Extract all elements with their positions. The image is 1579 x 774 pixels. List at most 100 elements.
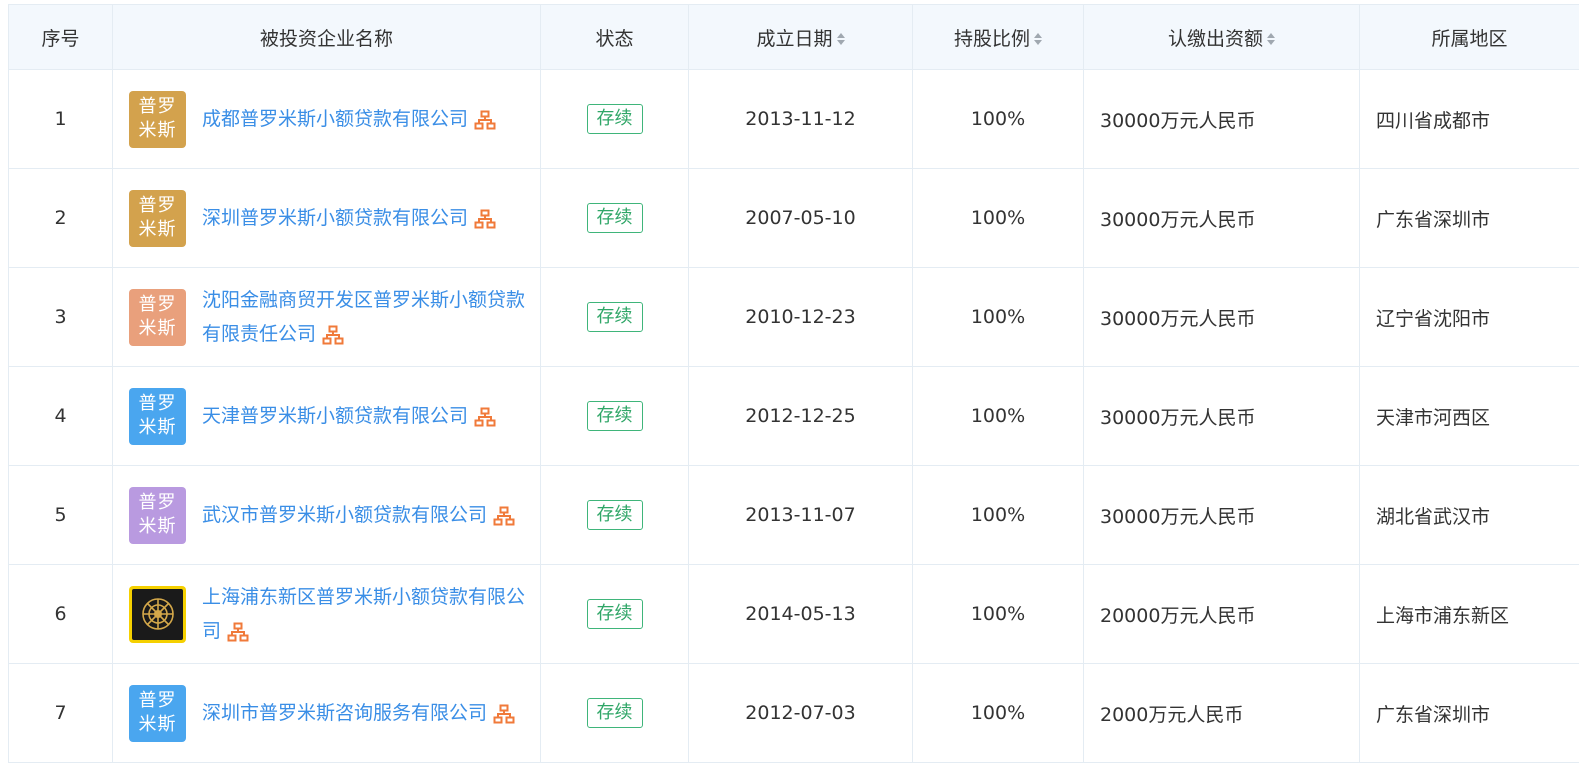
company-name-link[interactable]: 深圳普罗米斯小额贷款有限公司 bbox=[202, 207, 468, 229]
capital-cell: 30000万元人民币 bbox=[1084, 466, 1360, 565]
region-cell: 广东省深圳市 bbox=[1360, 169, 1579, 268]
table-row: 2 普罗 米斯 深圳普罗米斯小额贷款有限公司 bbox=[9, 169, 1579, 268]
logo-emblem-icon bbox=[132, 589, 183, 640]
date-cell: 2013-11-12 bbox=[689, 70, 913, 169]
status-cell: 存续 bbox=[541, 466, 689, 565]
ratio-cell: 100% bbox=[913, 367, 1084, 466]
table-row: 1 普罗 米斯 成都普罗米斯小额贷款有限公司 bbox=[9, 70, 1579, 169]
company-logo[interactable]: 普罗 米斯 bbox=[129, 190, 186, 247]
date-cell: 2013-11-07 bbox=[689, 466, 913, 565]
capital-cell: 2000万元人民币 bbox=[1084, 664, 1360, 763]
status-badge: 存续 bbox=[587, 500, 643, 530]
table-row: 7 普罗 米斯 深圳市普罗米斯咨询服务有限公司 bbox=[9, 664, 1579, 763]
ratio-cell: 100% bbox=[913, 169, 1084, 268]
region-cell: 四川省成都市 bbox=[1360, 70, 1579, 169]
capital-cell: 30000万元人民币 bbox=[1084, 169, 1360, 268]
row-index: 4 bbox=[9, 367, 113, 466]
status-cell: 存续 bbox=[541, 664, 689, 763]
company-cell: 上海浦东新区普罗米斯小额贷款有限公司 bbox=[113, 565, 541, 664]
status-badge: 存续 bbox=[587, 302, 643, 332]
header-ratio-label: 持股比例 bbox=[954, 28, 1030, 50]
header-status: 状态 bbox=[541, 5, 689, 70]
company-name-link[interactable]: 成都普罗米斯小额贷款有限公司 bbox=[202, 108, 468, 130]
row-index: 1 bbox=[9, 70, 113, 169]
header-date-label: 成立日期 bbox=[756, 28, 832, 50]
company-name-link[interactable]: 深圳市普罗米斯咨询服务有限公司 bbox=[202, 702, 487, 724]
company-name-link[interactable]: 上海浦东新区普罗米斯小额贷款有限公司 bbox=[202, 586, 525, 642]
region-cell: 上海市浦东新区 bbox=[1360, 565, 1579, 664]
company-cell: 普罗 米斯 武汉市普罗米斯小额贷款有限公司 bbox=[113, 466, 541, 565]
logo-text-line2: 米斯 bbox=[129, 317, 186, 341]
row-index: 7 bbox=[9, 664, 113, 763]
status-badge: 存续 bbox=[587, 203, 643, 233]
company-logo[interactable]: 普罗 米斯 bbox=[129, 487, 186, 544]
status-cell: 存续 bbox=[541, 367, 689, 466]
company-cell: 普罗 米斯 天津普罗米斯小额贷款有限公司 bbox=[113, 367, 541, 466]
header-index: 序号 bbox=[9, 5, 113, 70]
status-cell: 存续 bbox=[541, 70, 689, 169]
org-chart-icon[interactable] bbox=[227, 622, 249, 642]
investment-table: 序号 被投资企业名称 状态 成立日期 持股比例 认缴出资额 所属地区 1 普罗 … bbox=[8, 4, 1579, 763]
header-company: 被投资企业名称 bbox=[113, 5, 541, 70]
company-logo[interactable]: 普罗 米斯 bbox=[129, 289, 186, 346]
row-index: 2 bbox=[9, 169, 113, 268]
org-chart-icon[interactable] bbox=[474, 407, 496, 427]
date-cell: 2014-05-13 bbox=[689, 565, 913, 664]
logo-text-line2: 米斯 bbox=[129, 515, 186, 539]
logo-text-line1: 普罗 bbox=[129, 392, 186, 416]
region-cell: 辽宁省沈阳市 bbox=[1360, 268, 1579, 367]
company-logo[interactable]: 普罗 米斯 bbox=[129, 91, 186, 148]
header-date[interactable]: 成立日期 bbox=[689, 5, 913, 70]
org-chart-icon[interactable] bbox=[474, 110, 496, 130]
status-badge: 存续 bbox=[587, 599, 643, 629]
status-cell: 存续 bbox=[541, 565, 689, 664]
company-name-link[interactable]: 天津普罗米斯小额贷款有限公司 bbox=[202, 405, 468, 427]
logo-text-line1: 普罗 bbox=[129, 194, 186, 218]
company-cell: 普罗 米斯 沈阳金融商贸开发区普罗米斯小额贷款有限责任公司 bbox=[113, 268, 541, 367]
capital-cell: 20000万元人民币 bbox=[1084, 565, 1360, 664]
table-header-row: 序号 被投资企业名称 状态 成立日期 持股比例 认缴出资额 所属地区 bbox=[9, 5, 1579, 70]
sort-icon[interactable] bbox=[1267, 32, 1275, 46]
company-logo[interactable] bbox=[129, 586, 186, 643]
table-row: 6 上海浦东新区普罗米斯小额贷款有限公司 存续 2014-05-13 bbox=[9, 565, 1579, 664]
region-cell: 广东省深圳市 bbox=[1360, 664, 1579, 763]
logo-text-line2: 米斯 bbox=[129, 416, 186, 440]
header-ratio[interactable]: 持股比例 bbox=[913, 5, 1084, 70]
company-name-link[interactable]: 沈阳金融商贸开发区普罗米斯小额贷款有限责任公司 bbox=[202, 289, 525, 345]
header-capital-label: 认缴出资额 bbox=[1168, 28, 1263, 50]
capital-cell: 30000万元人民币 bbox=[1084, 268, 1360, 367]
logo-text-line2: 米斯 bbox=[129, 119, 186, 143]
company-logo[interactable]: 普罗 米斯 bbox=[129, 388, 186, 445]
logo-text-line1: 普罗 bbox=[129, 293, 186, 317]
row-index: 3 bbox=[9, 268, 113, 367]
status-badge: 存续 bbox=[587, 104, 643, 134]
sort-icon[interactable] bbox=[837, 32, 845, 46]
org-chart-icon[interactable] bbox=[493, 704, 515, 724]
logo-text-line2: 米斯 bbox=[129, 713, 186, 737]
org-chart-icon[interactable] bbox=[493, 506, 515, 526]
status-cell: 存续 bbox=[541, 169, 689, 268]
company-cell: 普罗 米斯 深圳市普罗米斯咨询服务有限公司 bbox=[113, 664, 541, 763]
org-chart-icon[interactable] bbox=[322, 325, 344, 345]
status-badge: 存续 bbox=[587, 401, 643, 431]
company-logo[interactable]: 普罗 米斯 bbox=[129, 685, 186, 742]
row-index: 6 bbox=[9, 565, 113, 664]
company-name-link[interactable]: 武汉市普罗米斯小额贷款有限公司 bbox=[202, 504, 487, 526]
header-region: 所属地区 bbox=[1360, 5, 1579, 70]
table-row: 3 普罗 米斯 沈阳金融商贸开发区普罗米斯小额贷款有限责任公司 bbox=[9, 268, 1579, 367]
date-cell: 2012-12-25 bbox=[689, 367, 913, 466]
status-cell: 存续 bbox=[541, 268, 689, 367]
header-capital[interactable]: 认缴出资额 bbox=[1084, 5, 1360, 70]
logo-text-line1: 普罗 bbox=[129, 491, 186, 515]
capital-cell: 30000万元人民币 bbox=[1084, 70, 1360, 169]
region-cell: 湖北省武汉市 bbox=[1360, 466, 1579, 565]
capital-cell: 30000万元人民币 bbox=[1084, 367, 1360, 466]
org-chart-icon[interactable] bbox=[474, 209, 496, 229]
date-cell: 2010-12-23 bbox=[689, 268, 913, 367]
date-cell: 2012-07-03 bbox=[689, 664, 913, 763]
ratio-cell: 100% bbox=[913, 466, 1084, 565]
ratio-cell: 100% bbox=[913, 565, 1084, 664]
sort-icon[interactable] bbox=[1034, 32, 1042, 46]
date-cell: 2007-05-10 bbox=[689, 169, 913, 268]
row-index: 5 bbox=[9, 466, 113, 565]
